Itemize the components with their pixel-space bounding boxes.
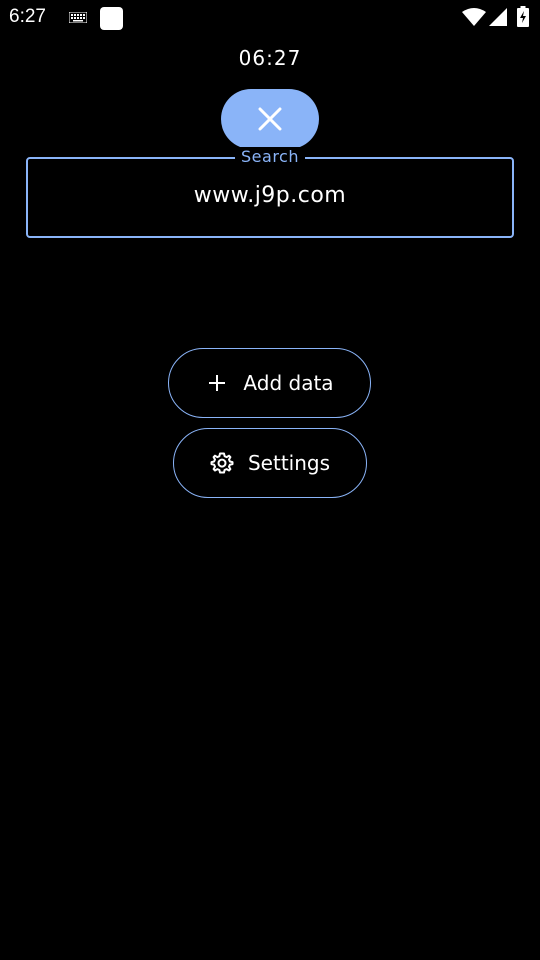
add-data-button[interactable]: Add data (168, 348, 371, 418)
search-label: Search (235, 147, 305, 166)
search-field[interactable]: Search www.j9p.com (26, 147, 514, 238)
add-data-label: Add data (243, 371, 334, 395)
keyboard-icon (69, 12, 87, 23)
battery-icon (517, 6, 529, 27)
status-bar: 6:27 (0, 0, 540, 36)
status-time: 6:27 (9, 6, 46, 27)
gear-icon (210, 452, 234, 474)
clock-time: 06:27 (238, 46, 302, 70)
search-input[interactable]: www.j9p.com (28, 183, 512, 208)
settings-button[interactable]: Settings (173, 428, 367, 498)
plus-icon (209, 375, 226, 391)
wifi-icon (462, 8, 486, 26)
close-icon (258, 107, 282, 131)
settings-label: Settings (247, 451, 331, 475)
signal-icon (489, 8, 507, 26)
close-button[interactable] (221, 89, 319, 149)
notification-icon (100, 7, 123, 30)
